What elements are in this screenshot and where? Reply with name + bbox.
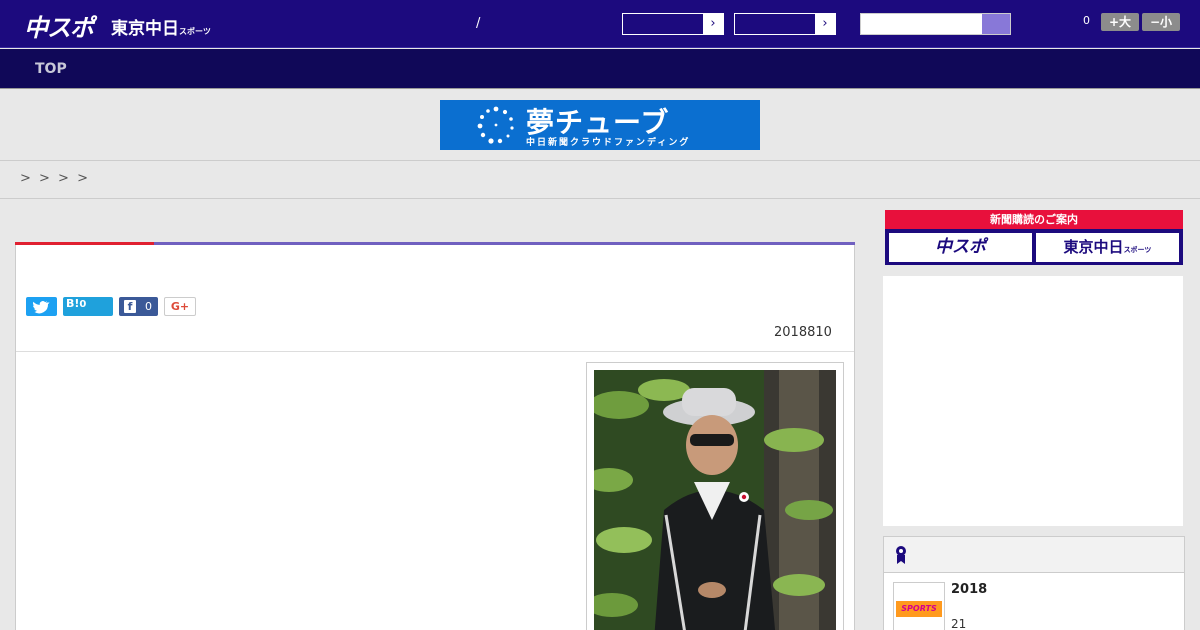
chevron-right-icon: › <box>815 14 835 34</box>
facebook-share-button[interactable]: f 0 <box>119 297 158 316</box>
article-photo[interactable] <box>594 370 836 630</box>
yume-tube-banner[interactable]: 夢チューブ 中日新聞クラウドファンディング <box>440 100 760 150</box>
divider <box>16 351 854 352</box>
subscribe-tokyo-small: スポーツ <box>1123 246 1152 254</box>
chevron-right-icon: › <box>703 14 723 34</box>
ranking-item-title[interactable]: 2018 <box>951 582 987 597</box>
subscription-box: 新聞購読のご案内 中スポ 東京中日スポーツ <box>885 210 1183 265</box>
chunichi-sports-logo[interactable]: 中スポ <box>24 8 94 43</box>
google-plus-icon: G+ <box>170 300 190 313</box>
region-select-2[interactable]: › <box>734 13 836 35</box>
tokyo-chunichi-logo-text: 東京中日 <box>111 19 179 39</box>
search-box[interactable] <box>860 13 1011 35</box>
article-accent-red <box>15 242 154 245</box>
nav-item-top[interactable]: TOP <box>35 61 67 77</box>
article-accent-purple <box>154 242 855 245</box>
search-button[interactable] <box>982 14 1010 34</box>
tokyo-chunichi-logo[interactable]: 東京中日スポーツ <box>111 14 211 39</box>
ranking-item-sub: 21 <box>951 617 967 630</box>
hatena-label: B! <box>66 297 80 310</box>
breadcrumb[interactable]: > > > > <box>20 171 90 186</box>
subscription-header: 新聞購読のご案内 <box>885 210 1183 229</box>
ranking-item-thumbnail[interactable]: SPORTS <box>893 582 945 630</box>
subscribe-tokyo-label: 東京中日 <box>1063 238 1124 256</box>
ranking-medal-icon <box>896 546 906 564</box>
twitter-share-button[interactable] <box>26 297 57 316</box>
tokyo-chunichi-logo-small: スポーツ <box>179 27 211 36</box>
ranking-panel: SPORTS 2018 21 <box>883 536 1185 630</box>
font-larger-button[interactable]: +大 <box>1101 13 1139 31</box>
ranking-header <box>884 537 1184 573</box>
font-smaller-button[interactable]: −小 <box>1142 13 1180 31</box>
hatena-count: 0 <box>79 299 87 310</box>
main-nav: TOP <box>0 49 1200 89</box>
counter-text: 0 <box>1083 14 1090 27</box>
facebook-icon: f <box>124 300 136 313</box>
google-plus-share-button[interactable]: G+ <box>164 297 196 316</box>
hatena-bookmark-button[interactable]: B!0 <box>63 297 113 316</box>
sidebar-ad-slot[interactable] <box>883 276 1183 526</box>
facebook-count: 0 <box>145 300 152 313</box>
region-select-1[interactable]: › <box>622 13 724 35</box>
divider <box>0 198 1200 199</box>
divider <box>0 160 1200 161</box>
twitter-icon <box>33 301 50 314</box>
header-separator: / <box>476 16 481 31</box>
banner-subtitle: 中日新聞クラウドファンディング <box>526 138 691 148</box>
ranking-thumb-label: SPORTS <box>896 601 942 617</box>
article-date: 2018810 <box>774 325 832 340</box>
dots-circle-icon <box>477 106 514 144</box>
photo-man-in-jacket <box>594 370 836 630</box>
subscribe-chunichi-button[interactable]: 中スポ <box>889 233 1032 262</box>
site-header: 中スポ 東京中日スポーツ / › › 0 +大 −小 <box>0 0 1200 48</box>
subscribe-tokyo-chunichi-button[interactable]: 東京中日スポーツ <box>1036 233 1179 262</box>
